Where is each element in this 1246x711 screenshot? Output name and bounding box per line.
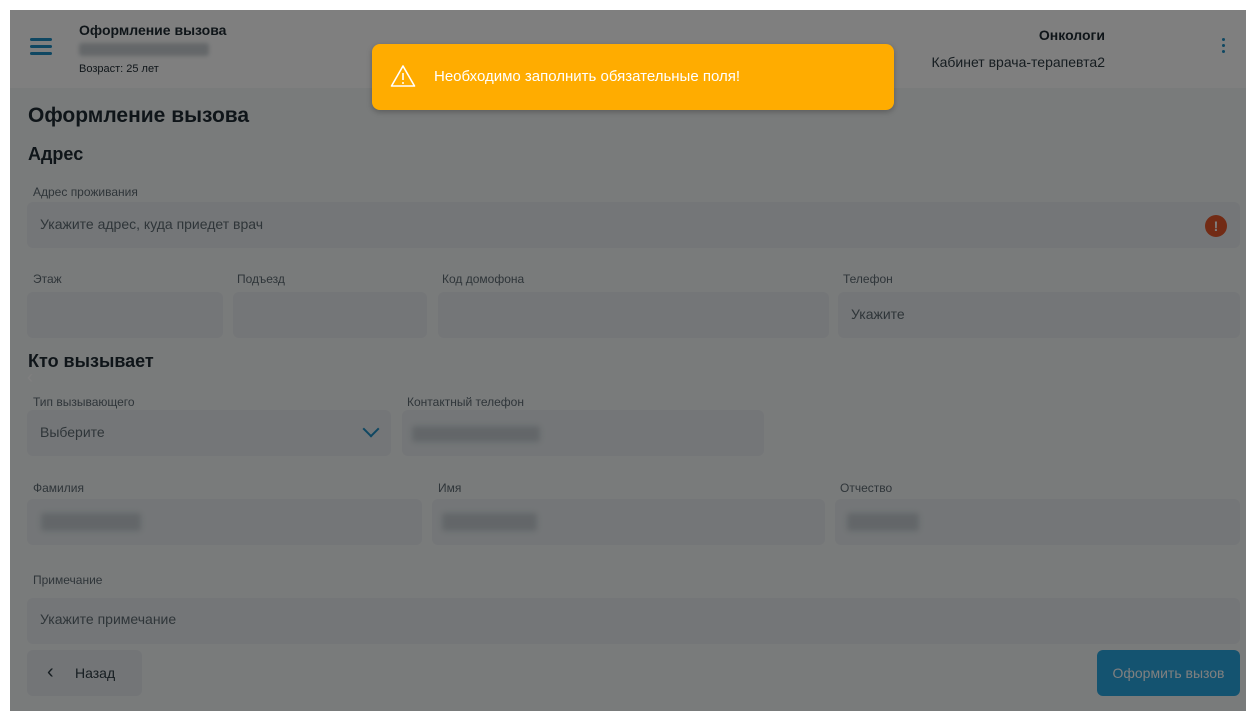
toast-message: Необходимо заполнить обязательные поля! xyxy=(434,68,741,85)
warning-toast: Необходимо заполнить обязательные поля! xyxy=(372,44,894,110)
app-screen: Оформление вызова Возраст: 25 лет Онколо… xyxy=(10,10,1246,711)
modal-overlay[interactable] xyxy=(10,10,1246,711)
warning-icon xyxy=(390,65,416,87)
